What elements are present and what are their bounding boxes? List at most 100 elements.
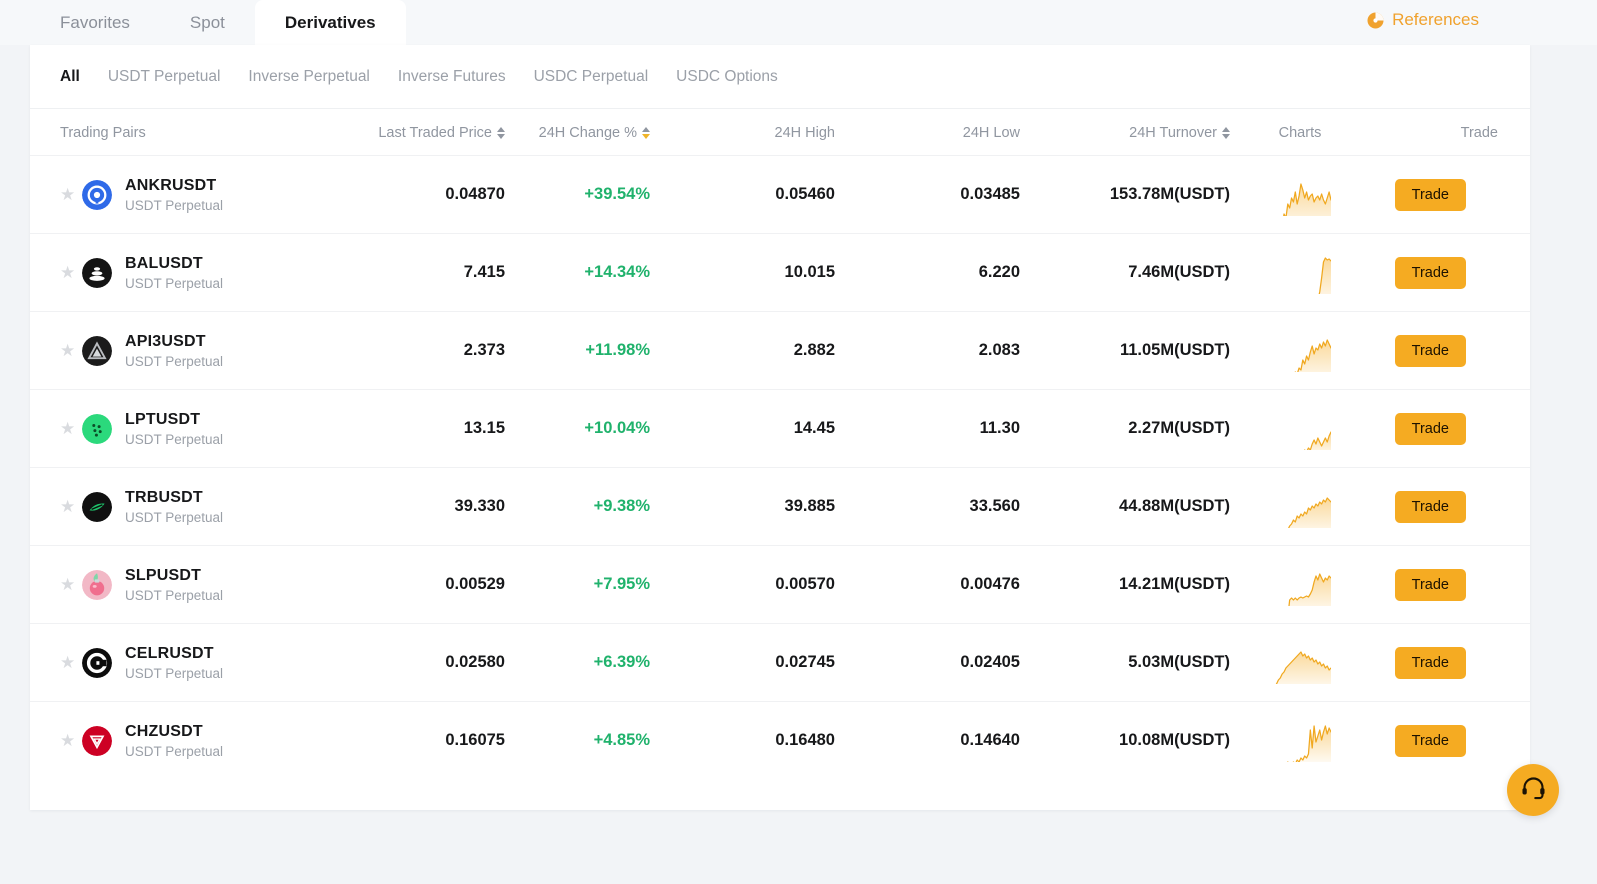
cell-trading-pair: ★ LPTUSDT USDT Perpetual (30, 390, 330, 468)
favorite-star-icon[interactable]: ★ (60, 264, 82, 281)
cell-24h-turnover: 10.08M(USDT) (1119, 731, 1230, 750)
price-sparkline-chart[interactable] (1230, 642, 1370, 684)
cell-24h-turnover: 5.03M(USDT) (1128, 653, 1230, 671)
trade-button[interactable]: Trade (1394, 646, 1466, 679)
price-sparkline-chart[interactable] (1230, 564, 1370, 606)
favorite-star-icon[interactable]: ★ (60, 420, 82, 437)
header-24h-high: 24H High (650, 109, 835, 156)
table-row[interactable]: ★ ANKRUSDT USDT Perpetual 0.04870 +39.54% 0.0… (30, 155, 1530, 234)
trade-button[interactable]: Trade (1394, 412, 1466, 445)
table-row[interactable]: ★ SLPUSDT USDT Perpetual 0.00529 +7.95% 0.005… (30, 545, 1530, 624)
cell-change-pct: +6.39% (593, 653, 650, 671)
trade-button[interactable]: Trade (1394, 490, 1466, 523)
header-24h-low-label: 24H Low (962, 125, 1020, 141)
price-sparkline-chart[interactable] (1230, 330, 1370, 372)
pair-contract-type: USDT Perpetual (125, 275, 224, 291)
cell-last-price: 7.415 (463, 263, 505, 281)
category-tab-inverse-perpetual[interactable]: Inverse Perpetual (248, 68, 370, 86)
trade-button[interactable]: Trade (1394, 724, 1466, 757)
price-sparkline-chart[interactable] (1230, 408, 1370, 450)
favorite-star-icon[interactable]: ★ (60, 576, 82, 593)
cell-last-price: 0.16075 (445, 731, 505, 750)
pie-chart-icon (1367, 12, 1384, 29)
header-24h-change[interactable]: 24H Change % (505, 109, 650, 156)
top-tab-derivatives[interactable]: Derivatives (254, 0, 406, 45)
sort-icon-change-desc-active[interactable] (642, 127, 650, 139)
favorite-star-icon[interactable]: ★ (60, 498, 82, 515)
cell-24h-turnover: 153.78M(USDT) (1109, 185, 1230, 203)
pair-symbol: ANKRUSDT (125, 176, 217, 194)
top-tab-favorites[interactable]: Favorites (30, 0, 160, 45)
category-tab-list: All USDT Perpetual Inverse Perpetual Invers… (30, 45, 1530, 109)
table-row[interactable]: ★ TRBUSDT USDT Perpetual 39.330 +9.38% 39.885… (30, 467, 1530, 546)
support-chat-button[interactable] (1507, 764, 1559, 816)
pair-contract-type: USDT Perpetual (125, 665, 224, 681)
cell-change-pct: +9.38% (593, 497, 650, 515)
pair-contract-type: USDT Perpetual (125, 431, 224, 447)
cell-24h-high: 0.02745 (775, 653, 835, 671)
favorite-star-icon[interactable]: ★ (60, 732, 82, 749)
favorite-star-icon[interactable]: ★ (60, 186, 82, 203)
trade-button[interactable]: Trade (1394, 334, 1466, 367)
pair-contract-type: USDT Perpetual (125, 743, 224, 759)
cell-last-price: 2.373 (463, 341, 505, 359)
pair-contract-type: USDT Perpetual (125, 587, 224, 603)
pair-symbol: LPTUSDT (125, 410, 201, 428)
sort-icon-turnover[interactable] (1222, 127, 1230, 139)
header-trade: Trade (1370, 109, 1530, 156)
trade-button[interactable]: Trade (1394, 256, 1466, 289)
table-row[interactable]: ★ CHZUSDT USDT Perpetual 0.16075 +4.85% 0.164… (30, 701, 1530, 780)
pair-symbol: SLPUSDT (125, 566, 202, 584)
lpt-coin-icon (82, 413, 112, 444)
top-tab-spot[interactable]: Spot (160, 0, 255, 45)
header-last-traded-price-label: Last Traded Price (378, 125, 492, 141)
api3-coin-icon (82, 335, 112, 366)
slp-coin-icon (82, 569, 112, 600)
header-24h-low: 24H Low (835, 109, 1020, 156)
header-charts-label: Charts (1278, 125, 1322, 141)
bal-coin-icon (82, 257, 112, 288)
category-tab-usdc-options[interactable]: USDC Options (676, 68, 778, 86)
cell-change-pct: +7.95% (593, 575, 650, 593)
references-link[interactable]: References (1367, 10, 1479, 30)
chz-coin-icon (82, 725, 112, 756)
price-sparkline-chart[interactable] (1230, 720, 1370, 762)
ankr-coin-icon (82, 179, 112, 210)
price-sparkline-chart[interactable] (1230, 174, 1370, 216)
category-tab-usdc-perpetual[interactable]: USDC Perpetual (534, 68, 649, 86)
markets-table: Trading Pairs Last Traded Price 24H Chan… (30, 109, 1530, 780)
favorite-star-icon[interactable]: ★ (60, 342, 82, 359)
cell-change-pct: +4.85% (593, 731, 650, 750)
category-tab-inverse-futures[interactable]: Inverse Futures (398, 68, 506, 86)
pair-symbol: CHZUSDT (125, 722, 203, 740)
cell-change-pct: +14.34% (584, 263, 650, 281)
market-list-card: All USDT Perpetual Inverse Perpetual Invers… (30, 45, 1530, 810)
table-row[interactable]: ★ LPTUSDT USDT Perpetual 13.15 +10.04% 14.45 1… (30, 389, 1530, 468)
price-sparkline-chart[interactable] (1230, 252, 1370, 294)
cell-24h-low: 11.30 (979, 419, 1020, 437)
cell-24h-low: 0.14640 (960, 731, 1020, 750)
header-24h-turnover[interactable]: 24H Turnover (1020, 109, 1230, 156)
pair-symbol: CELRUSDT (125, 644, 214, 662)
trb-coin-icon (82, 491, 112, 522)
table-row[interactable]: ★ BALUSDT USDT Perpetual 7.415 +14.34% 10.015… (30, 233, 1530, 312)
price-sparkline-chart[interactable] (1230, 486, 1370, 528)
favorite-star-icon[interactable]: ★ (60, 654, 82, 671)
category-tab-all[interactable]: All (60, 68, 80, 86)
category-tab-usdt-perpetual[interactable]: USDT Perpetual (108, 68, 221, 86)
table-row[interactable]: ★ CELRUSDT USDT Perpetual 0.02580 +6.39% 0.02… (30, 623, 1530, 702)
cell-24h-low: 33.560 (969, 497, 1020, 515)
cell-last-price: 0.02580 (445, 653, 505, 671)
table-row[interactable]: ★ API3USDT USDT Perpetual 2.373 +11.98% 2.882… (30, 311, 1530, 390)
header-last-traded-price[interactable]: Last Traded Price (330, 109, 505, 156)
trade-button[interactable]: Trade (1394, 568, 1466, 601)
sort-icon-price[interactable] (497, 127, 505, 139)
cell-24h-low: 0.02405 (960, 653, 1020, 671)
pair-symbol: API3USDT (125, 332, 206, 350)
trade-button[interactable]: Trade (1394, 178, 1466, 211)
cell-24h-turnover: 2.27M(USDT) (1128, 419, 1230, 437)
cell-change-pct: +39.54% (584, 185, 650, 203)
cell-change-pct: +10.04% (584, 419, 650, 437)
cell-24h-high: 2.882 (793, 341, 835, 359)
cell-24h-low: 2.083 (978, 341, 1020, 359)
